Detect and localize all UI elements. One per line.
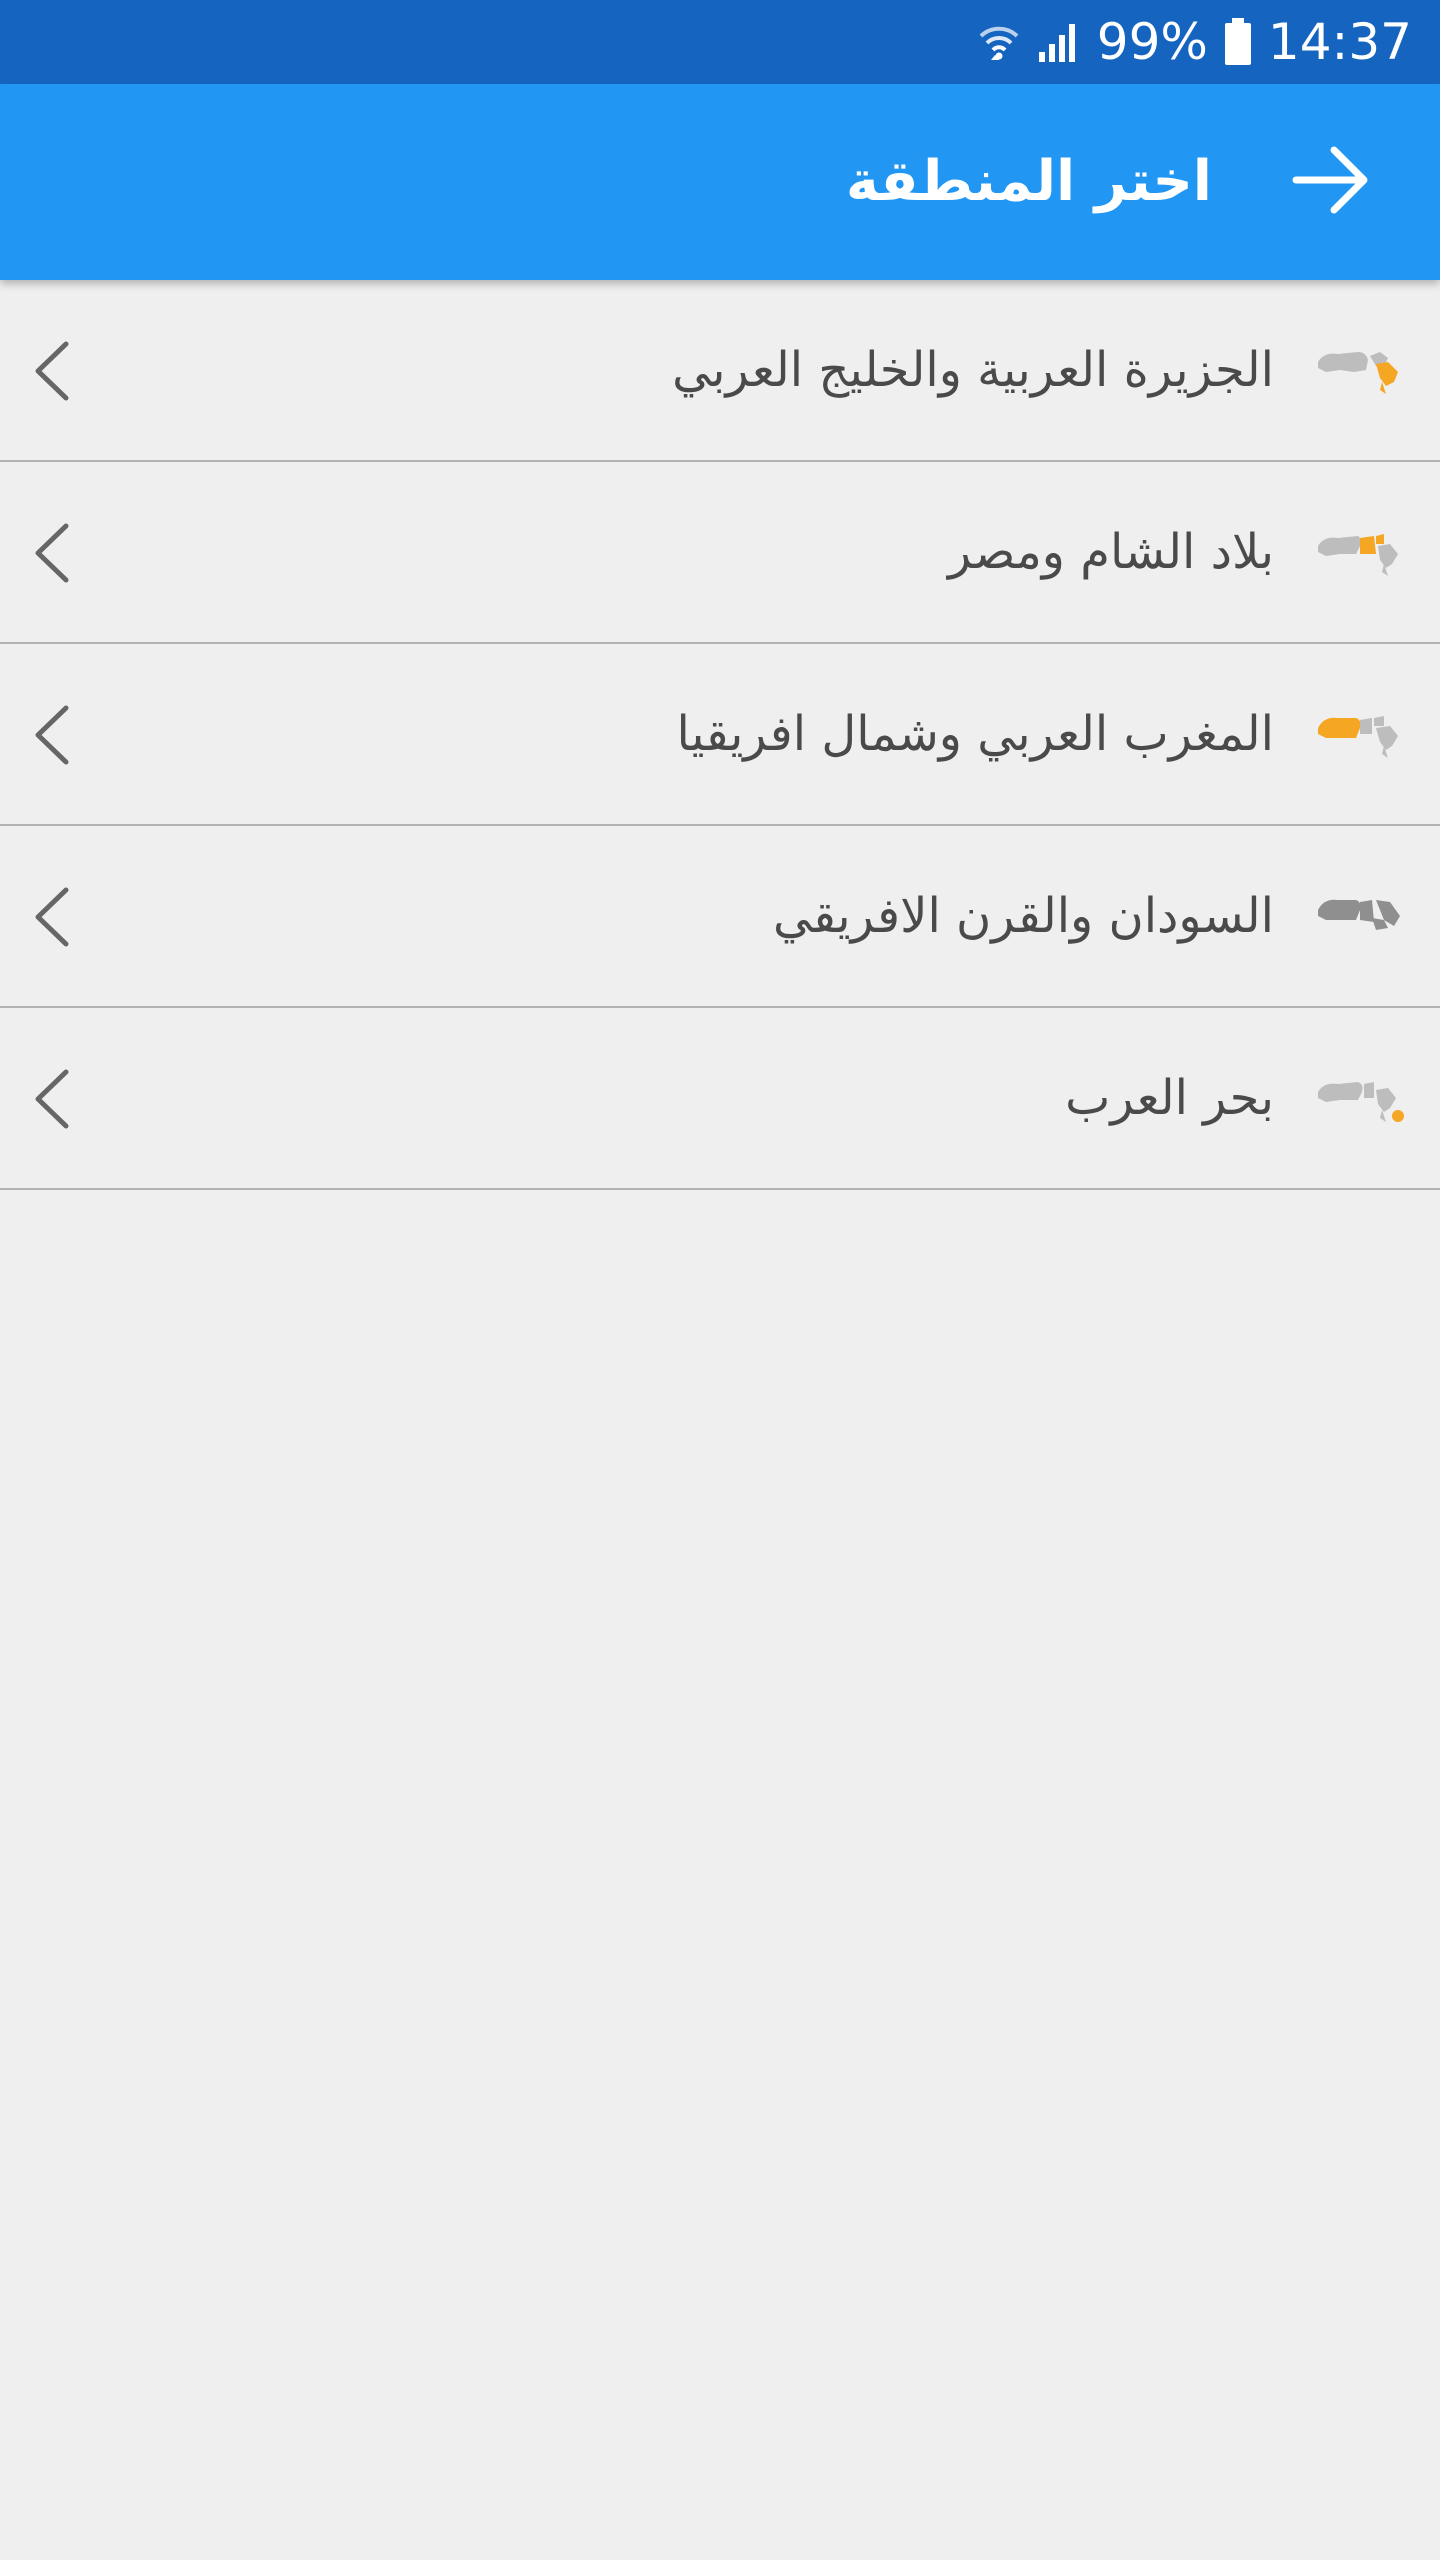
chevron-left-icon	[28, 1064, 78, 1134]
region-item-maghreb[interactable]: المغرب العربي وشمال افريقيا	[0, 644, 1440, 826]
back-button[interactable]	[1284, 134, 1380, 230]
arabian-peninsula-map-icon	[1314, 342, 1404, 398]
region-item-arabian-peninsula[interactable]: الجزيرة العربية والخليج العربي	[0, 280, 1440, 462]
chevron-left-icon	[28, 882, 78, 952]
maghreb-map-icon	[1314, 706, 1404, 762]
chevron-left-icon	[28, 518, 78, 588]
arabian-sea-map-icon	[1314, 1070, 1404, 1126]
region-label: بلاد الشام ومصر	[947, 524, 1274, 580]
chevron-left-icon	[28, 336, 78, 406]
region-item-sudan-horn[interactable]: السودان والقرن الافريقي	[0, 826, 1440, 1008]
signal-icon	[1037, 20, 1081, 64]
clock: 14:37	[1267, 13, 1412, 71]
region-label: الجزيرة العربية والخليج العربي	[672, 342, 1274, 398]
arrow-right-icon	[1290, 138, 1374, 226]
region-item-levant-egypt[interactable]: بلاد الشام ومصر	[0, 462, 1440, 644]
wifi-icon	[977, 20, 1021, 64]
page-title: اختر المنطقة	[845, 149, 1212, 214]
chevron-left-icon	[28, 700, 78, 770]
region-label: السودان والقرن الافريقي	[773, 888, 1274, 944]
status-indicators: 99% 14:37	[977, 0, 1412, 84]
battery-percent: 99%	[1096, 13, 1208, 71]
status-bar: 99% 14:37	[0, 0, 1440, 84]
region-label: المغرب العربي وشمال افريقيا	[676, 706, 1274, 762]
battery-icon	[1224, 18, 1252, 66]
levant-egypt-map-icon	[1314, 524, 1404, 580]
region-label: بحر العرب	[1065, 1070, 1274, 1126]
region-item-arabian-sea[interactable]: بحر العرب	[0, 1008, 1440, 1190]
app-bar: اختر المنطقة	[0, 84, 1440, 280]
region-list: الجزيرة العربية والخليج العربي بلاد الشا…	[0, 280, 1440, 1190]
sudan-horn-map-icon	[1314, 888, 1404, 944]
